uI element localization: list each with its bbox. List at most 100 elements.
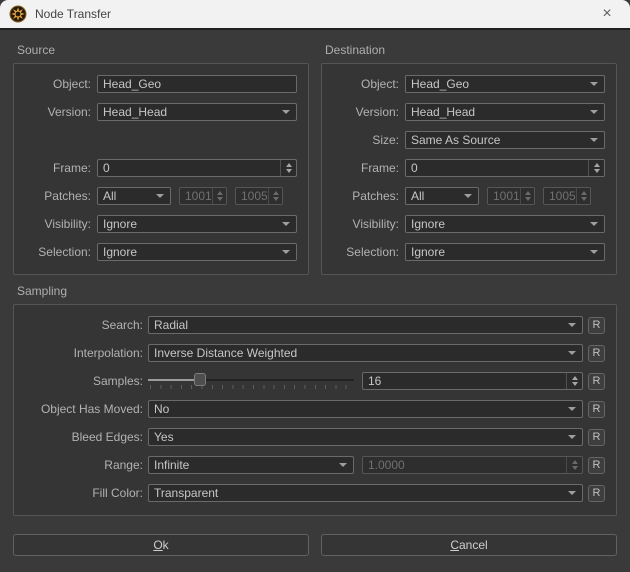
chevron-down-icon — [590, 138, 598, 142]
samples-slider[interactable] — [148, 372, 354, 390]
destination-selection-value: Ignore — [411, 245, 445, 259]
source-version-dropdown[interactable]: Head_Head — [97, 103, 297, 121]
source-patches-dropdown[interactable]: All — [97, 187, 171, 205]
bleed-edges-reset-button[interactable]: R — [588, 429, 605, 446]
source-visibility-label: Visibility: — [25, 217, 91, 231]
destination-version-value: Head_Head — [411, 105, 475, 119]
spinner-arrows[interactable] — [588, 160, 604, 176]
fill-color-reset-button[interactable]: R — [588, 485, 605, 502]
titlebar[interactable]: Node Transfer × — [0, 0, 630, 30]
source-visibility-value: Ignore — [103, 217, 137, 231]
interpolation-dropdown[interactable]: Inverse Distance Weighted — [148, 344, 583, 362]
source-patches-mode: All — [103, 189, 116, 203]
spin-up-icon[interactable] — [286, 163, 292, 167]
destination-visibility-dropdown[interactable]: Ignore — [405, 215, 605, 233]
chevron-down-icon — [568, 323, 576, 327]
chevron-down-icon — [464, 194, 472, 198]
destination-patch-end-value: 1005 — [549, 189, 576, 203]
destination-group-frame: Object: Head_Geo Version: Head_Head Size… — [321, 63, 617, 275]
range-mode-value: Infinite — [154, 458, 189, 472]
spin-down-icon[interactable] — [572, 382, 578, 386]
destination-frame-spinner[interactable]: 0 — [405, 159, 605, 177]
samples-label: Samples: — [25, 374, 143, 388]
spin-down-icon[interactable] — [594, 169, 600, 173]
destination-selection-dropdown[interactable]: Ignore — [405, 243, 605, 261]
source-patch-start-spinner[interactable]: 1001 — [179, 187, 227, 205]
bleed-edges-dropdown[interactable]: Yes — [148, 428, 583, 446]
source-selection-dropdown[interactable]: Ignore — [97, 243, 297, 261]
app-logo-icon — [9, 5, 27, 23]
interpolation-value: Inverse Distance Weighted — [154, 346, 297, 360]
cancel-button[interactable]: Cancel — [321, 534, 617, 556]
chevron-down-icon — [590, 110, 598, 114]
source-selection-value: Ignore — [103, 245, 137, 259]
chevron-down-icon — [590, 250, 598, 254]
chevron-down-icon — [568, 351, 576, 355]
source-patch-end-value: 1005 — [241, 189, 268, 203]
spinner-arrows — [268, 188, 283, 204]
source-visibility-dropdown[interactable]: Ignore — [97, 215, 297, 233]
source-version-value: Head_Head — [103, 105, 167, 119]
destination-version-dropdown[interactable]: Head_Head — [405, 103, 605, 121]
destination-visibility-label: Visibility: — [333, 217, 399, 231]
samples-reset-button[interactable]: R — [588, 373, 605, 390]
slider-handle[interactable] — [194, 373, 206, 386]
source-patch-start-value: 1001 — [185, 189, 212, 203]
spinner-arrows — [212, 188, 227, 204]
object-has-moved-dropdown[interactable]: No — [148, 400, 583, 418]
spin-down-icon[interactable] — [286, 169, 292, 173]
chevron-down-icon — [568, 491, 576, 495]
spinner-arrows — [520, 188, 535, 204]
range-mode-dropdown[interactable]: Infinite — [148, 456, 354, 474]
dialog-content: Source Object: Head_Geo Version: Head_He… — [0, 30, 630, 572]
spinner-arrows[interactable] — [566, 373, 582, 389]
source-object-label: Object: — [25, 77, 91, 91]
samples-spinner[interactable]: 16 — [362, 372, 583, 390]
chevron-down-icon — [568, 407, 576, 411]
source-size-placeholder — [25, 131, 297, 149]
spin-up-icon — [217, 191, 223, 195]
interpolation-reset-button[interactable]: R — [588, 345, 605, 362]
ok-button[interactable]: Ok — [13, 534, 309, 556]
spin-up-icon — [572, 460, 578, 464]
object-has-moved-reset-button[interactable]: R — [588, 401, 605, 418]
source-version-label: Version: — [25, 105, 91, 119]
search-label: Search: — [25, 318, 143, 332]
source-patch-end-spinner[interactable]: 1005 — [235, 187, 283, 205]
destination-selection-label: Selection: — [333, 245, 399, 259]
spin-up-icon — [581, 191, 587, 195]
fill-color-dropdown[interactable]: Transparent — [148, 484, 583, 502]
spin-up-icon[interactable] — [594, 163, 600, 167]
source-frame-value: 0 — [103, 161, 110, 175]
source-selection-label: Selection: — [25, 245, 91, 259]
search-reset-button[interactable]: R — [588, 317, 605, 334]
window-title: Node Transfer — [35, 7, 111, 21]
source-frame-spinner[interactable]: 0 — [97, 159, 297, 177]
destination-section-title: Destination — [321, 42, 617, 63]
range-reset-button[interactable]: R — [588, 457, 605, 474]
sampling-group-frame: Search: Radial R Interpolation: Inverse … — [13, 304, 617, 516]
fill-color-label: Fill Color: — [25, 486, 143, 500]
object-has-moved-value: No — [154, 402, 169, 416]
search-dropdown[interactable]: Radial — [148, 316, 583, 334]
source-section-title: Source — [13, 42, 309, 63]
samples-value: 16 — [368, 374, 381, 388]
destination-patch-end-spinner[interactable]: 1005 — [543, 187, 591, 205]
chevron-down-icon — [568, 435, 576, 439]
interpolation-label: Interpolation: — [25, 346, 143, 360]
chevron-down-icon — [282, 110, 290, 114]
spin-up-icon[interactable] — [572, 376, 578, 380]
source-object-value: Head_Geo — [103, 77, 161, 91]
destination-frame-label: Frame: — [333, 161, 399, 175]
destination-patches-dropdown[interactable]: All — [405, 187, 479, 205]
close-icon[interactable]: × — [590, 0, 624, 28]
range-value-spinner[interactable]: 1.0000 — [362, 456, 583, 474]
spin-down-icon — [217, 197, 223, 201]
destination-size-dropdown[interactable]: Same As Source — [405, 131, 605, 149]
sampling-section-title: Sampling — [13, 283, 617, 304]
destination-object-dropdown[interactable]: Head_Geo — [405, 75, 605, 93]
chevron-down-icon — [590, 82, 598, 86]
source-object-input[interactable]: Head_Geo — [97, 75, 297, 93]
destination-patch-start-spinner[interactable]: 1001 — [487, 187, 535, 205]
spinner-arrows[interactable] — [280, 160, 296, 176]
